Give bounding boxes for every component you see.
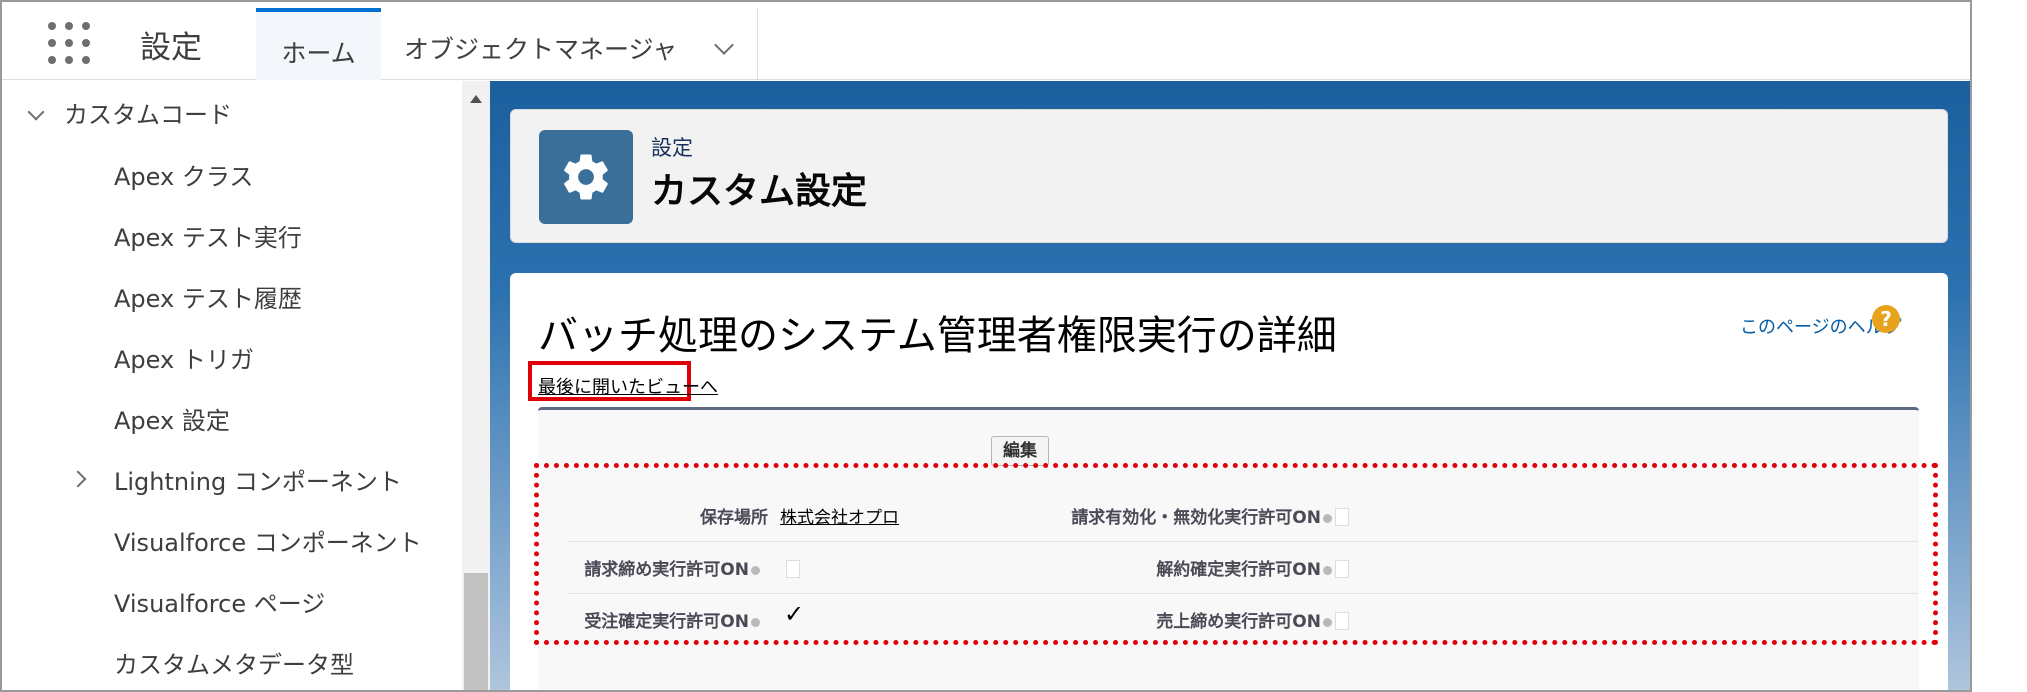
sidebar-item-visualforce-pages[interactable]: Visualforce ページ <box>114 584 325 619</box>
gear-icon <box>539 130 633 224</box>
edit-button[interactable]: 編集 <box>991 436 1049 466</box>
app-window: 設定 ホーム オブジェクトマネージャ カスタムコード Apex クラス Apex… <box>0 0 1972 692</box>
sidebar-section-custom-code[interactable]: カスタムコード <box>64 95 232 130</box>
main-content: 設定 カスタム設定 バッチ処理のシステム管理者権限実行の詳細 このページのヘルプ… <box>490 81 1970 690</box>
detail-card: バッチ処理のシステム管理者権限実行の詳細 このページのヘルプ ? 最後に開いたビ… <box>510 273 1948 690</box>
sidebar-scrollbar[interactable] <box>462 81 490 690</box>
scroll-up-arrow-icon[interactable] <box>470 95 482 103</box>
page-header-subtitle: 設定 <box>651 136 693 160</box>
page-header: 設定 カスタム設定 <box>510 109 1948 243</box>
page-title: バッチ処理のシステム管理者権限実行の詳細 <box>538 313 1337 359</box>
sidebar-item-lightning-components[interactable]: Lightning コンポーネント <box>114 462 402 497</box>
highlight-dotted-box <box>534 463 1938 645</box>
chevron-down-icon[interactable] <box>714 35 734 55</box>
back-to-list-link[interactable]: 最後に開いたビューへ <box>538 373 718 399</box>
sidebar-item-apex-test-history[interactable]: Apex テスト履歴 <box>114 279 302 314</box>
chevron-right-icon[interactable] <box>69 470 87 488</box>
sidebar-item-apex-class[interactable]: Apex クラス <box>114 157 253 192</box>
page-header-title: カスタム設定 <box>651 171 868 212</box>
sidebar-item-visualforce-components[interactable]: Visualforce コンポーネント <box>114 523 422 558</box>
tab-object-manager[interactable]: オブジェクトマネージャ <box>382 8 758 80</box>
sidebar-item-apex-test-run[interactable]: Apex テスト実行 <box>114 218 302 253</box>
sidebar-item-custom-metadata-types[interactable]: カスタムメタデータ型 <box>114 645 354 680</box>
sidebar-item-apex-trigger[interactable]: Apex トリガ <box>114 340 254 375</box>
scrollbar-thumb[interactable] <box>464 573 488 690</box>
help-icon[interactable]: ? <box>1872 305 1900 333</box>
sidebar-item-apex-settings[interactable]: Apex 設定 <box>114 401 230 436</box>
chevron-down-icon[interactable] <box>27 103 45 121</box>
app-title: 設定 <box>140 30 202 66</box>
setup-sidebar: カスタムコード Apex クラス Apex テスト実行 Apex テスト履歴 A… <box>2 81 490 690</box>
tab-home[interactable]: ホーム <box>256 8 381 80</box>
global-header: 設定 ホーム オブジェクトマネージャ <box>2 2 1970 80</box>
app-launcher-icon[interactable] <box>48 22 90 64</box>
tab-object-manager-label: オブジェクトマネージャ <box>404 35 678 64</box>
